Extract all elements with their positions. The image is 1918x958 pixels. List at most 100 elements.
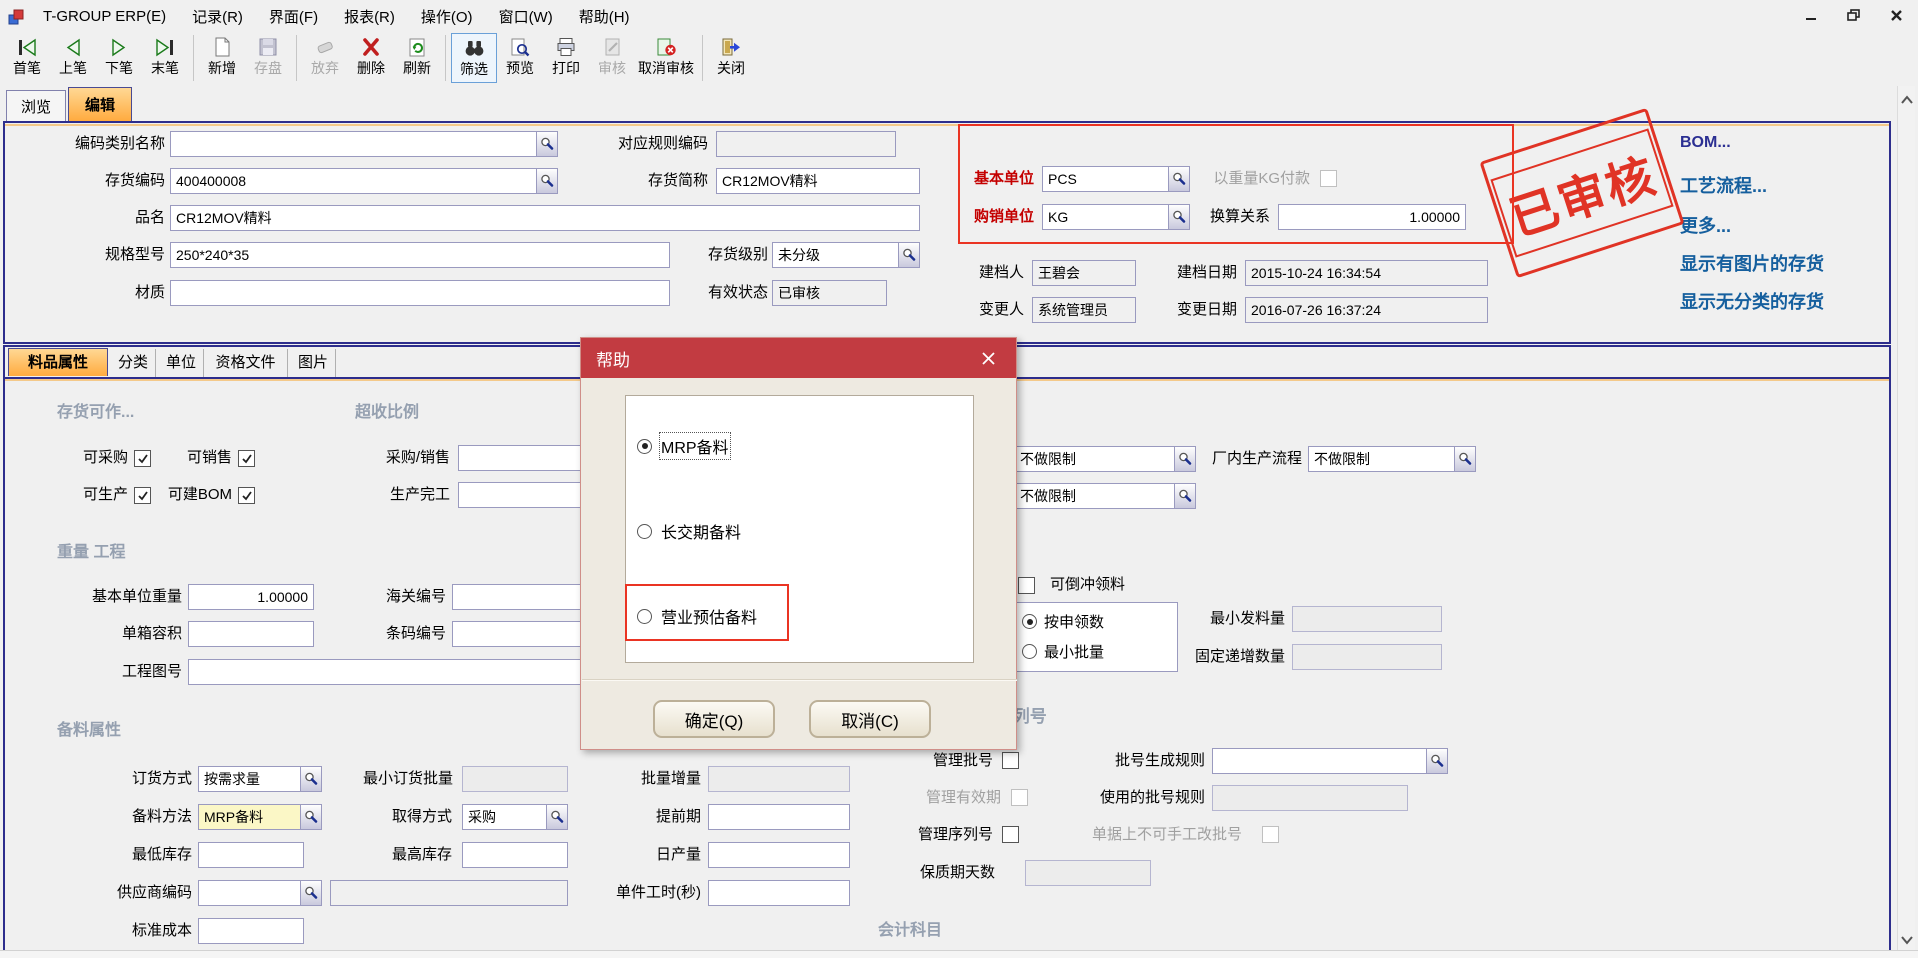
lookup-icon[interactable] [898,242,920,268]
factory-flow-input[interactable]: 不做限制 [1308,446,1454,472]
dialog-cancel-button[interactable]: 取消(C) [809,700,931,738]
toolbar-last-button[interactable]: 末笔 [142,33,188,83]
menu-app-title[interactable]: T-GROUP ERP(E) [30,3,179,30]
bom-link[interactable]: BOM... [1680,134,1731,152]
subtab-category[interactable]: 分类 [108,349,156,377]
subtab-qualification[interactable]: 资格文件 [204,349,288,377]
item-abbr-input[interactable]: CR12MOV精料 [716,168,920,194]
code-category-input[interactable] [170,131,536,157]
subtab-unit[interactable]: 单位 [156,349,204,377]
manage-serial-checkbox[interactable] [1002,826,1019,843]
menu-help[interactable]: 帮助(H) [566,1,643,32]
menu-operation[interactable]: 操作(O) [408,1,486,32]
dialog-option-long-lead[interactable]: 长交期备料 [637,519,741,543]
dialog-option-business-estimate[interactable]: 营业预估备料 [637,604,757,628]
toolbar-print-button[interactable]: 打印 [543,33,589,83]
toolbar-cancel-audit-button[interactable]: 取消审核 [635,33,697,83]
restore-button[interactable] [1842,5,1866,25]
item-code-input[interactable]: 400400008 [170,168,536,194]
radio-unselected-icon[interactable] [637,524,652,539]
box-volume-input[interactable] [188,621,314,647]
bottom-scroll-area[interactable] [0,950,1918,958]
lookup-icon[interactable] [300,804,322,830]
minimize-button[interactable] [1800,5,1824,25]
lookup-icon[interactable] [300,766,322,792]
lookup-icon[interactable] [546,804,568,830]
scroll-down-icon[interactable] [1901,932,1913,942]
help-dialog-titlebar[interactable]: 帮助 [581,338,1016,378]
lookup-icon[interactable] [1174,446,1196,472]
producible-checkbox[interactable] [134,487,151,504]
batch-rule-input[interactable] [1212,748,1426,774]
close-window-button[interactable] [1884,5,1908,25]
radio-unselected-icon[interactable] [637,609,652,624]
supplier-code-input[interactable] [198,880,300,906]
lookup-icon[interactable] [1454,446,1476,472]
max-stock-input[interactable] [462,842,568,868]
toolbar-close-button[interactable]: 关闭 [708,33,754,83]
toolbar-prev-button[interactable]: 上笔 [50,33,96,83]
toolbar-preview-button[interactable]: 预览 [497,33,543,83]
menu-record[interactable]: 记录(R) [179,1,256,32]
prepare-method-input[interactable]: MRP备料 [198,804,300,830]
menu-interface[interactable]: 界面(F) [256,1,331,32]
menu-report[interactable]: 报表(R) [331,1,408,32]
customs-code-input[interactable] [452,584,588,610]
base-unit-input[interactable]: PCS [1042,166,1168,192]
conversion-input[interactable]: 1.00000 [1278,204,1466,230]
std-cost-input[interactable] [198,918,304,944]
lookup-icon[interactable] [536,131,558,157]
issue-min-batch-option[interactable]: 最小批量 [1022,641,1104,662]
lookup-icon[interactable] [1168,204,1190,230]
scroll-up-icon[interactable] [1901,91,1913,101]
limit-input-1[interactable]: 不做限制 [1014,446,1174,472]
rule-code-input[interactable] [716,131,896,157]
order-mode-input[interactable]: 按需求量 [198,766,300,792]
issue-by-request-option[interactable]: 按申领数 [1022,611,1104,632]
dialog-option-mrp[interactable]: MRP备料 [637,434,729,458]
spec-input[interactable]: 250*240*35 [170,242,670,268]
limit-input-2[interactable]: 不做限制 [1014,483,1174,509]
lookup-icon[interactable] [1174,483,1196,509]
manage-batch-checkbox[interactable] [1002,752,1019,769]
tab-browse[interactable]: 浏览 [6,90,66,121]
lookup-icon[interactable] [1426,748,1448,774]
barcode-input[interactable] [452,621,588,647]
purchasable-checkbox[interactable] [134,450,151,467]
toolbar-refresh-button[interactable]: 刷新 [394,33,440,83]
lookup-icon[interactable] [300,880,322,906]
toolbar-first-button[interactable]: 首笔 [4,33,50,83]
unit-time-input[interactable] [708,880,850,906]
drawing-number-input[interactable] [188,659,588,685]
subtab-attributes[interactable]: 料品属性 [8,348,108,376]
base-weight-input[interactable]: 1.00000 [188,584,314,610]
obtain-mode-input[interactable]: 采购 [462,804,546,830]
radio-unselected-icon[interactable] [1022,644,1037,659]
radio-selected-icon[interactable] [1022,614,1037,629]
lookup-icon[interactable] [536,168,558,194]
trade-unit-input[interactable]: KG [1042,204,1168,230]
tab-edit[interactable]: 编辑 [68,87,132,121]
show-unclassified-link[interactable]: 显示无分类的存货 [1680,288,1824,314]
lookup-icon[interactable] [1168,166,1190,192]
dialog-close-icon[interactable] [975,345,1001,371]
level-input[interactable]: 未分级 [772,242,898,268]
subtab-picture[interactable]: 图片 [288,349,336,377]
menu-window[interactable]: 窗口(W) [486,1,566,32]
daily-output-input[interactable] [708,842,850,868]
can-build-bom-checkbox[interactable] [238,487,255,504]
production-ratio-input[interactable] [458,482,590,508]
vertical-scrollbar[interactable] [1897,86,1915,950]
lead-time-input[interactable] [708,804,850,830]
radio-selected-icon[interactable] [637,439,652,454]
process-flow-link[interactable]: 工艺流程... [1680,172,1767,198]
toolbar-new-button[interactable]: 新增 [199,33,245,83]
material-input[interactable] [170,280,670,306]
toolbar-filter-button[interactable]: 筛选 [451,33,497,83]
product-name-input[interactable]: CR12MOV精料 [170,205,920,231]
toolbar-next-button[interactable]: 下笔 [96,33,142,83]
toolbar-delete-button[interactable]: 删除 [348,33,394,83]
dialog-ok-button[interactable]: 确定(Q) [653,700,775,738]
more-link[interactable]: 更多... [1680,212,1731,238]
purchase-sale-ratio-input[interactable] [458,445,590,471]
